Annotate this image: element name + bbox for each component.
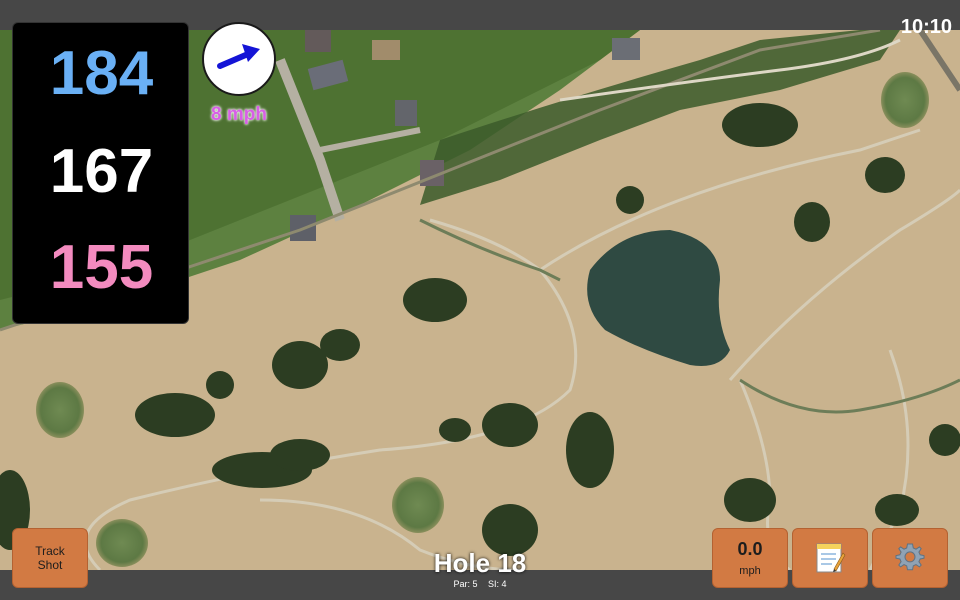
distance-panel: 184 167 155 xyxy=(12,22,189,324)
wind-speed-button[interactable]: 0.0 mph xyxy=(712,528,788,588)
wind-direction-arrow-icon xyxy=(217,44,260,69)
notes-button[interactable] xyxy=(792,528,868,588)
notepad-icon xyxy=(816,543,846,573)
track-shot-label-line2: Shot xyxy=(37,558,63,572)
distance-center: 167 xyxy=(49,137,154,206)
hole-info: Hole 18 Par: 5 SI: 4 xyxy=(400,548,560,590)
wind-speed-value: 0.0 xyxy=(737,539,763,559)
wind-speed-label: 8 mph xyxy=(211,104,267,125)
track-shot-label-line1: Track xyxy=(35,544,65,558)
settings-button[interactable] xyxy=(872,528,948,588)
golf-gps-app: 10:10 184 167 155 8 mph Track Shot Hole … xyxy=(0,0,960,600)
gear-icon xyxy=(895,543,925,571)
hole-par: Par: 5 xyxy=(453,579,478,589)
wind-indicator[interactable] xyxy=(202,22,276,96)
distance-front: 155 xyxy=(49,233,154,302)
hole-stroke-index: SI: 4 xyxy=(488,579,507,589)
wind-speed-unit: mph xyxy=(739,565,761,577)
distance-back: 184 xyxy=(49,39,154,108)
status-clock: 10:10 xyxy=(900,16,952,38)
hole-title: Hole 18 xyxy=(433,548,527,578)
track-shot-button[interactable]: Track Shot xyxy=(12,528,88,588)
hole-subinfo: Par: 5 SI: 4 xyxy=(400,578,560,590)
